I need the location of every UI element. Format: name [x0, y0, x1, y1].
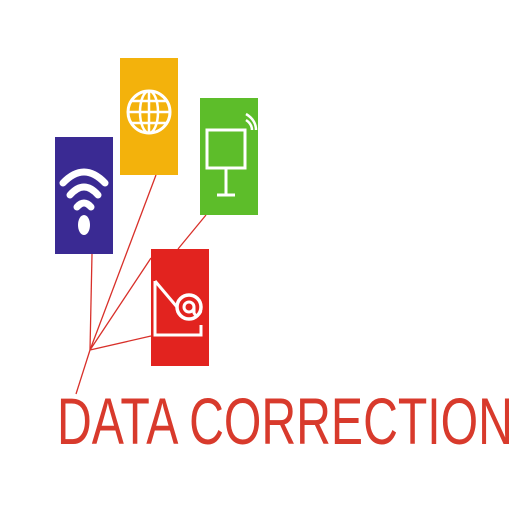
email-tile	[151, 249, 209, 366]
logo-title: DATA CORRECTION	[57, 384, 512, 458]
wifi-tile	[55, 137, 113, 254]
globe-icon	[120, 58, 178, 175]
monitor-icon	[200, 98, 258, 215]
globe-tile	[120, 58, 178, 175]
monitor-tile	[200, 98, 258, 215]
wifi-icon	[55, 137, 113, 254]
email-icon	[151, 249, 209, 366]
logo-canvas: DATA CORRECTION	[0, 0, 512, 512]
